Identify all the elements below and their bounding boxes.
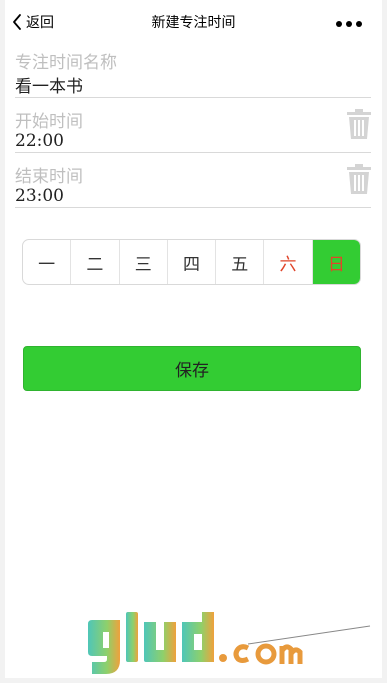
end-time-label: 结束时间 bbox=[15, 167, 83, 187]
weekday-fri[interactable]: 五 bbox=[216, 240, 265, 284]
more-dots-icon bbox=[336, 21, 342, 27]
name-field-label: 专注时间名称 bbox=[15, 53, 117, 73]
more-button[interactable] bbox=[336, 21, 362, 27]
save-button[interactable]: 保存 bbox=[23, 346, 361, 391]
weekday-mon[interactable]: 一 bbox=[23, 240, 72, 284]
start-time-label: 开始时间 bbox=[15, 112, 83, 132]
left-border bbox=[0, 0, 5, 683]
end-time-value[interactable]: 23:00 bbox=[15, 186, 64, 206]
watermark-logo bbox=[88, 608, 378, 680]
weekday-selector: 一 二 三 四 五 六 日 bbox=[22, 239, 361, 285]
weekday-thu[interactable]: 四 bbox=[168, 240, 217, 284]
trash-icon[interactable] bbox=[347, 109, 371, 143]
more-dots-icon bbox=[356, 21, 362, 27]
end-time-field[interactable]: 结束时间 23:00 bbox=[15, 153, 371, 208]
weekday-tue[interactable]: 二 bbox=[71, 240, 120, 284]
app-frame: 返回 新建专注时间 专注时间名称 看一本书 开始时间 22:00 结束时间 23… bbox=[0, 0, 387, 683]
start-time-field[interactable]: 开始时间 22:00 bbox=[15, 98, 371, 153]
trash-icon[interactable] bbox=[347, 164, 371, 198]
right-border bbox=[382, 0, 387, 683]
start-time-value[interactable]: 22:00 bbox=[15, 131, 64, 151]
weekday-wed[interactable]: 三 bbox=[120, 240, 168, 284]
nav-bar: 返回 新建专注时间 bbox=[5, 0, 382, 44]
weekday-sat[interactable]: 六 bbox=[264, 240, 313, 284]
more-dots-icon bbox=[346, 21, 352, 27]
weekday-sun[interactable]: 日 bbox=[312, 240, 360, 284]
page-title: 新建专注时间 bbox=[151, 15, 236, 31]
name-field-value[interactable]: 看一本书 bbox=[15, 72, 83, 97]
name-field[interactable]: 专注时间名称 看一本书 bbox=[15, 44, 371, 98]
